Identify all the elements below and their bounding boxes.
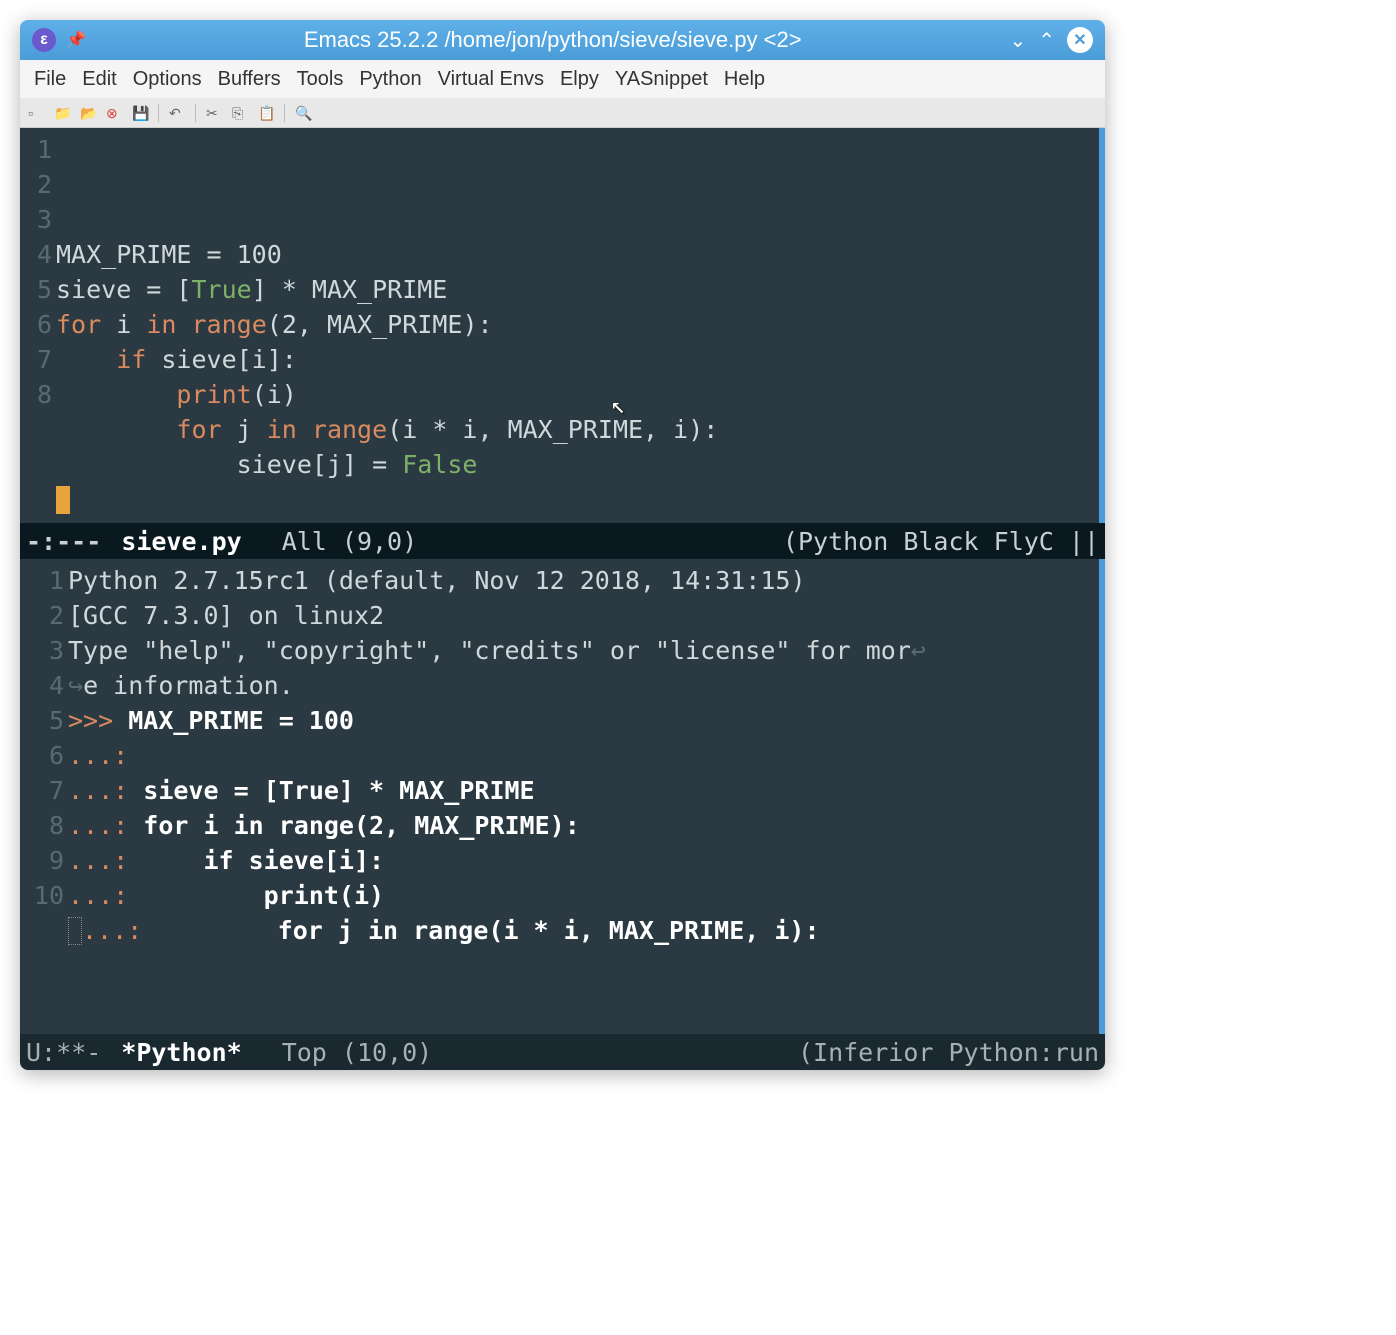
scrollbar[interactable] bbox=[1099, 128, 1105, 523]
menu-python[interactable]: Python bbox=[353, 64, 427, 95]
menu-tools[interactable]: Tools bbox=[291, 64, 350, 95]
toolbar-divider bbox=[158, 104, 159, 122]
menu-yasnippet[interactable]: YASnippet bbox=[609, 64, 714, 95]
repl-pane[interactable]: 12345678910 Python 2.7.15rc1 (default, N… bbox=[20, 559, 1105, 1034]
menu-options[interactable]: Options bbox=[127, 64, 208, 95]
save-icon[interactable]: 💾 bbox=[132, 105, 148, 121]
menu-edit[interactable]: Edit bbox=[76, 64, 122, 95]
modeline-filename: *Python* bbox=[121, 1038, 241, 1067]
toolbar-divider bbox=[195, 104, 196, 122]
menu-bar: File Edit Options Buffers Tools Python V… bbox=[20, 60, 1105, 98]
close-icon[interactable]: ⊗ bbox=[106, 105, 122, 121]
window-titlebar[interactable]: ε 📌 Emacs 25.2.2 /home/jon/python/sieve/… bbox=[20, 20, 1105, 60]
emacs-window: ε 📌 Emacs 25.2.2 /home/jon/python/sieve/… bbox=[20, 20, 1105, 1070]
modeline-modes: (Python Black FlyC || bbox=[783, 527, 1099, 556]
menu-elpy[interactable]: Elpy bbox=[554, 64, 605, 95]
modeline-filename: sieve.py bbox=[121, 527, 241, 556]
toolbar-divider bbox=[284, 104, 285, 122]
scrollbar[interactable] bbox=[1099, 559, 1105, 1034]
modeline-status: -:--- bbox=[26, 527, 101, 556]
modeline-status: U:**- bbox=[26, 1038, 101, 1067]
new-file-icon[interactable]: ▫ bbox=[28, 105, 44, 121]
line-number-gutter: 12345678 bbox=[20, 128, 56, 523]
modeline-top[interactable]: -:--- sieve.py All (9,0) (Python Black F… bbox=[20, 523, 1105, 559]
line-number-gutter: 12345678910 bbox=[20, 559, 68, 1034]
copy-icon[interactable]: ⎘ bbox=[232, 105, 248, 121]
paste-icon[interactable]: 📋 bbox=[258, 105, 274, 121]
editor-area: 12345678 MAX_PRIME = 100sieve = [True] *… bbox=[20, 128, 1105, 1070]
tool-bar: ▫ 📁 📂 ⊗ 💾 ↶ ✂ ⎘ 📋 🔍 bbox=[20, 98, 1105, 128]
repl-output-area[interactable]: Python 2.7.15rc1 (default, Nov 12 2018, … bbox=[68, 559, 1105, 1034]
menu-help[interactable]: Help bbox=[718, 64, 771, 95]
maximize-button[interactable]: ⌃ bbox=[1038, 28, 1055, 53]
modeline-position: Top (10,0) bbox=[282, 1038, 433, 1067]
undo-icon[interactable]: ↶ bbox=[169, 105, 185, 121]
window-title: Emacs 25.2.2 /home/jon/python/sieve/siev… bbox=[96, 27, 1010, 53]
close-button[interactable]: ✕ bbox=[1067, 27, 1093, 53]
menu-virtual-envs[interactable]: Virtual Envs bbox=[432, 64, 550, 95]
search-icon[interactable]: 🔍 bbox=[295, 105, 311, 121]
modeline-position: All (9,0) bbox=[282, 527, 417, 556]
menu-buffers[interactable]: Buffers bbox=[212, 64, 287, 95]
pin-icon[interactable]: 📌 bbox=[66, 30, 86, 50]
minimize-button[interactable]: ⌄ bbox=[1009, 28, 1026, 53]
open-folder-icon[interactable]: 📁 bbox=[54, 105, 70, 121]
menu-file[interactable]: File bbox=[28, 64, 72, 95]
folder-icon[interactable]: 📂 bbox=[80, 105, 96, 121]
source-editor-pane[interactable]: 12345678 MAX_PRIME = 100sieve = [True] *… bbox=[20, 128, 1105, 523]
cut-icon[interactable]: ✂ bbox=[206, 105, 222, 121]
modeline-modes: (Inferior Python:run bbox=[798, 1038, 1099, 1067]
emacs-app-icon: ε bbox=[32, 28, 56, 52]
modeline-bottom[interactable]: U:**- *Python* Top (10,0) (Inferior Pyth… bbox=[20, 1034, 1105, 1070]
source-code-area[interactable]: MAX_PRIME = 100sieve = [True] * MAX_PRIM… bbox=[56, 128, 1105, 523]
